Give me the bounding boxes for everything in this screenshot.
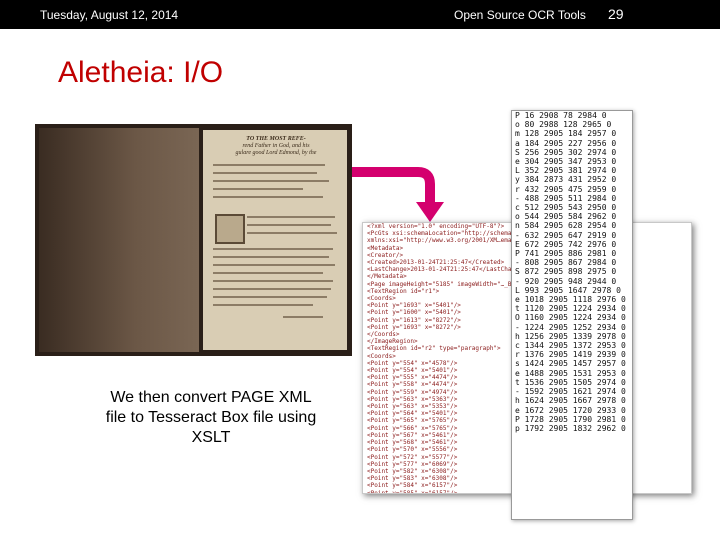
book-heading-line: TO THE MOST REFE- xyxy=(246,136,306,142)
slide-title: Aletheia: I/O xyxy=(58,56,224,89)
box-line: h 1624 2905 1667 2978 0 xyxy=(515,396,626,406)
box-line: - 1592 2905 1621 2974 0 xyxy=(515,387,626,397)
ornament-initial xyxy=(215,214,245,244)
box-line: s 1424 2905 1457 2957 0 xyxy=(515,359,626,369)
box-line: e 1018 2905 1118 2976 0 xyxy=(515,295,626,305)
box-line: n 584 2905 628 2954 0 xyxy=(515,221,617,231)
book-heading-line: gulare good Lord Edmond, by the xyxy=(235,150,317,156)
box-line: p 1792 2905 1832 2962 0 xyxy=(515,423,626,433)
box-line: P 1728 2905 1790 2981 0 xyxy=(515,414,626,424)
box-line: - 808 2905 867 2984 0 xyxy=(515,258,617,268)
box-line: S 256 2905 302 2974 0 xyxy=(515,147,617,157)
slide-number: 29 xyxy=(608,6,624,22)
box-line: h 1256 2905 1339 2978 0 xyxy=(515,331,626,341)
box-line: O 1160 2905 1224 2934 0 xyxy=(515,313,626,323)
box-line: P 741 2905 886 2981 0 xyxy=(515,249,617,259)
box-line: - 632 2905 647 2919 0 xyxy=(515,230,617,240)
box-line: o 80 2988 128 2965 0 xyxy=(515,120,612,130)
book-heading: TO THE MOST REFE- rend Father in God, an… xyxy=(211,136,341,157)
slide-caption: We then convert PAGE XML file to Tessera… xyxy=(80,388,342,448)
book-photo: TO THE MOST REFE- rend Father in God, an… xyxy=(35,124,352,356)
box-line: e 304 2905 347 2953 0 xyxy=(515,157,617,167)
box-line: S 872 2905 898 2975 0 xyxy=(515,267,617,277)
caption-line: file to Tesseract Box file using xyxy=(105,409,317,426)
box-line: t 1120 2905 1224 2934 0 xyxy=(515,304,626,314)
box-line: - 1224 2905 1252 2934 0 xyxy=(515,322,626,332)
book-heading-line: rend Father in God, and his xyxy=(242,143,310,149)
tesseract-box-file: P 16 2908 78 2984 0o 80 2988 128 2965 0m… xyxy=(511,110,633,520)
box-line: E 672 2905 742 2976 0 xyxy=(515,239,617,249)
box-line: r 1376 2905 1419 2939 0 xyxy=(515,350,626,360)
arrow-icon xyxy=(352,167,444,222)
box-line: t 1536 2905 1505 2974 0 xyxy=(515,377,626,387)
box-line: P 16 2908 78 2984 0 xyxy=(515,111,607,120)
book-page: TO THE MOST REFE- rend Father in God, an… xyxy=(203,130,347,350)
box-line: e 1672 2905 1720 2933 0 xyxy=(515,405,626,415)
box-line: a 184 2905 227 2956 0 xyxy=(515,138,617,148)
box-line: y 384 2873 431 2952 0 xyxy=(515,175,617,185)
box-line: - 920 2905 948 2944 0 xyxy=(515,276,617,286)
box-line: c 1344 2905 1372 2953 0 xyxy=(515,341,626,351)
box-line: c 512 2905 543 2950 0 xyxy=(515,203,617,213)
header-title: Open Source OCR Tools xyxy=(454,8,586,22)
box-line: L 352 2905 381 2974 0 xyxy=(515,166,617,176)
box-line: L 993 2905 1647 2978 0 xyxy=(515,285,621,295)
slide-header: Tuesday, August 12, 2014 Open Source OCR… xyxy=(0,0,720,29)
box-line: e 1488 2905 1531 2953 0 xyxy=(515,368,626,378)
box-line: m 128 2905 184 2957 0 xyxy=(515,129,617,139)
box-line: o 544 2905 584 2962 0 xyxy=(515,212,617,222)
box-line: r 432 2905 475 2959 0 xyxy=(515,184,617,194)
caption-line: XSLT xyxy=(191,429,231,446)
header-date: Tuesday, August 12, 2014 xyxy=(40,8,179,22)
book-cover xyxy=(39,128,199,352)
box-line: - 488 2905 511 2984 0 xyxy=(515,193,617,203)
caption-line: We then convert PAGE XML xyxy=(110,389,312,406)
